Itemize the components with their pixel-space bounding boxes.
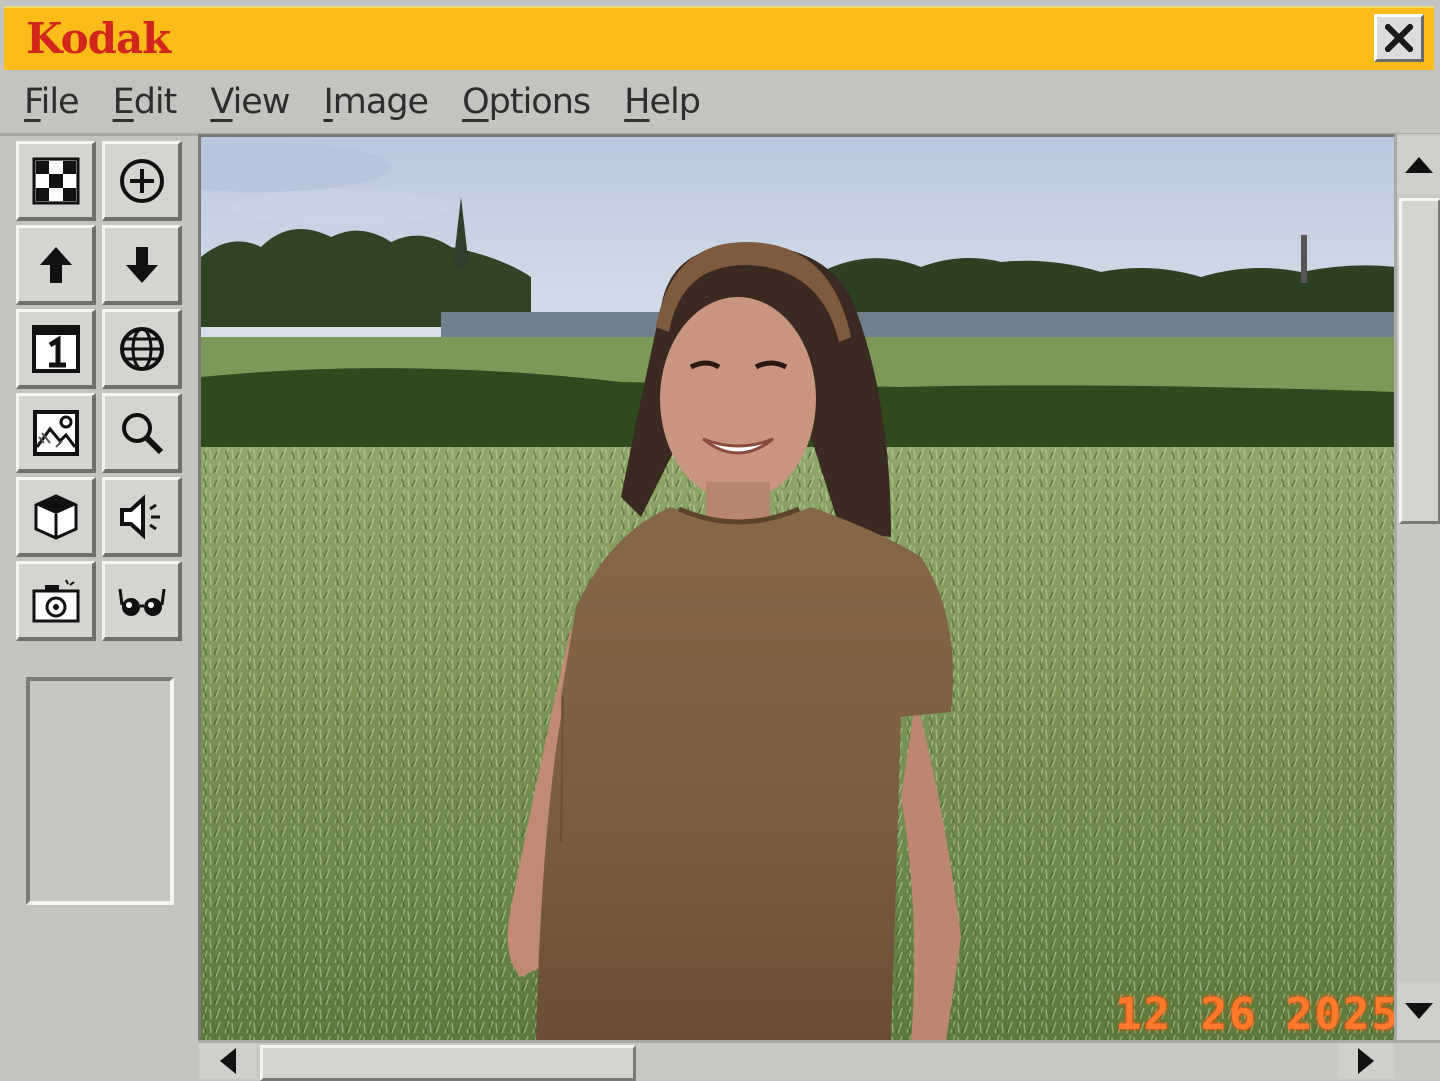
- cube-icon: [34, 493, 77, 540]
- checkerboard-icon: [32, 157, 79, 204]
- close-button[interactable]: [1374, 14, 1424, 62]
- speaker-icon: [119, 493, 160, 540]
- scroll-right-button[interactable]: [1338, 1043, 1394, 1079]
- globe-button[interactable]: [102, 309, 182, 389]
- zoom-in-plus-icon: [119, 158, 164, 203]
- magnifier-icon: [121, 412, 163, 454]
- view-glasses-button[interactable]: [102, 561, 182, 641]
- checkerboard-tool-button[interactable]: [16, 141, 96, 221]
- arrow-down-icon: [125, 246, 158, 283]
- frame-one-button[interactable]: [16, 309, 96, 389]
- scroll-down-button[interactable]: [1397, 982, 1440, 1040]
- picture-icon: [32, 409, 79, 456]
- triangle-down-icon: [1405, 1003, 1433, 1019]
- glasses-icon: [118, 588, 165, 616]
- menu-bar: File Edit View Image Options Help: [0, 72, 1440, 132]
- date-stamp: 12 26 2025: [1115, 989, 1396, 1040]
- globe-icon: [119, 326, 164, 371]
- photo-image: [201, 137, 1396, 1042]
- triangle-up-icon: [1405, 157, 1433, 173]
- move-down-button[interactable]: [102, 225, 182, 305]
- triangle-right-icon: [1358, 1048, 1374, 1074]
- scroll-left-button[interactable]: [200, 1043, 256, 1079]
- thumbnail-preview: [26, 677, 174, 905]
- cube-button[interactable]: [16, 477, 96, 557]
- vertical-scroll-thumb[interactable]: [1399, 198, 1440, 524]
- picture-button[interactable]: [16, 393, 96, 473]
- menu-help[interactable]: Help: [624, 82, 701, 122]
- frame-one-icon: [31, 324, 80, 373]
- menu-file[interactable]: File: [24, 82, 80, 122]
- horizontal-scrollbar[interactable]: [198, 1040, 1440, 1081]
- image-viewport[interactable]: 12 26 2025: [198, 134, 1396, 1042]
- triangle-left-icon: [220, 1048, 236, 1074]
- vertical-scrollbar[interactable]: [1394, 134, 1440, 1042]
- kodak-logo: Kodak: [26, 14, 171, 63]
- camera-icon: [32, 579, 79, 622]
- menu-edit[interactable]: Edit: [113, 82, 178, 122]
- camera-button[interactable]: [16, 561, 96, 641]
- sound-button[interactable]: [102, 477, 182, 557]
- kodak-window: Kodak File Edit View Image Options Help: [0, 0, 1440, 1081]
- scroll-up-button[interactable]: [1397, 136, 1440, 194]
- zoom-in-button[interactable]: [102, 141, 182, 221]
- menu-image[interactable]: Image: [323, 82, 429, 122]
- zoom-search-button[interactable]: [102, 393, 182, 473]
- menu-view[interactable]: View: [210, 82, 290, 122]
- arrow-up-icon: [39, 246, 72, 283]
- title-bar: Kodak: [4, 6, 1434, 70]
- horizontal-scroll-thumb[interactable]: [260, 1045, 636, 1081]
- menu-options[interactable]: Options: [462, 82, 591, 122]
- close-icon: [1385, 24, 1413, 52]
- move-up-button[interactable]: [16, 225, 96, 305]
